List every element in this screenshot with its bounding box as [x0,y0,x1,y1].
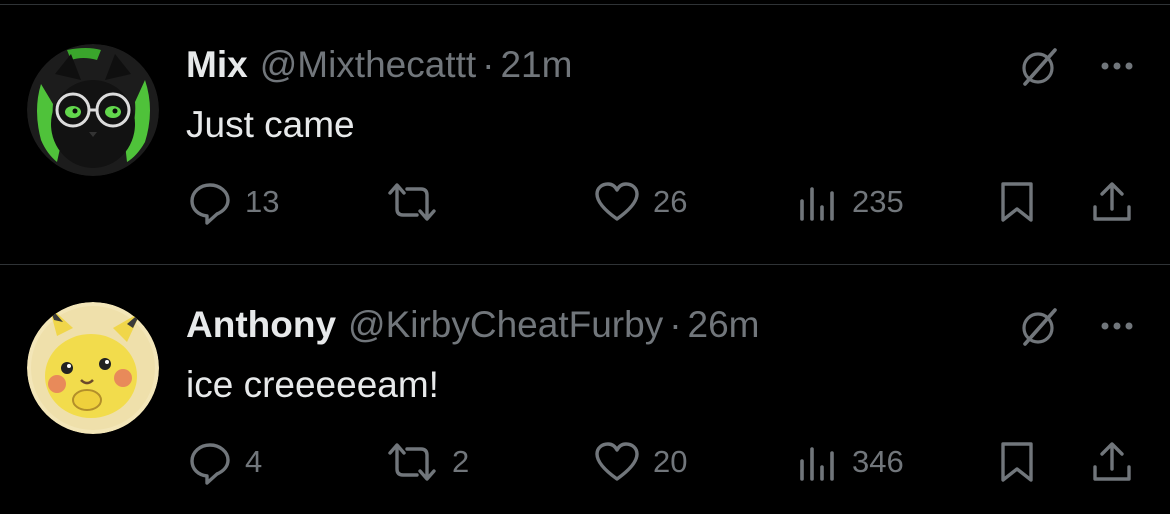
like-button[interactable]: 20 [593,434,687,490]
separator-dot: · [669,304,682,345]
share-button[interactable] [1089,434,1135,490]
reply-button[interactable]: 4 [187,434,262,490]
timestamp[interactable]: 21m [500,40,572,90]
bookmark-icon [997,439,1037,485]
views-count: 346 [852,444,904,479]
retweet-button[interactable] [384,174,452,230]
reply-count: 13 [245,184,280,219]
more-icon[interactable] [1094,44,1140,88]
like-count: 20 [653,444,688,479]
heart-icon [593,179,641,225]
action-bar: 13 26 235 [0,174,1170,230]
pikachu-avatar-icon [27,302,159,434]
share-icon [1089,179,1135,225]
tweet[interactable]: Mix @Mixthecattt · 21m Just came 13 26 2… [0,4,1170,254]
like-button[interactable]: 26 [593,174,687,230]
avatar[interactable] [27,44,159,176]
tweet-text: Just came [186,104,355,145]
display-name[interactable]: Mix [186,40,248,90]
reply-count: 4 [245,444,263,479]
reply-icon [187,439,233,485]
views-icon [796,439,840,485]
like-count: 26 [653,184,688,219]
share-button[interactable] [1089,174,1135,230]
views-count: 235 [852,184,904,219]
retweet-button[interactable]: 2 [384,434,469,490]
tweet[interactable]: Anthony @KirbyCheatFurby · 26m ice creee… [0,264,1170,514]
reply-icon [187,179,233,225]
avatar[interactable] [27,302,159,434]
bookmark-button[interactable] [997,174,1037,230]
bookmark-button[interactable] [997,434,1037,490]
retweet-count: 2 [452,444,470,479]
views-icon [796,179,840,225]
reply-button[interactable]: 13 [187,174,279,230]
grok-icon[interactable] [1017,44,1061,88]
share-icon [1089,439,1135,485]
action-bar: 4 2 20 346 [0,434,1170,490]
display-name[interactable]: Anthony [186,300,336,350]
retweet-icon [384,179,440,225]
tweet-text: ice creeeeeam! [186,364,439,405]
views-button[interactable]: 346 [796,434,904,490]
tweet-header: Mix @Mixthecattt · 21m [186,40,572,90]
retweet-icon [384,439,440,485]
grok-icon[interactable] [1017,304,1061,348]
black-cat-avatar-icon [27,44,159,176]
user-handle[interactable]: @Mixthecattt [260,40,476,90]
tweet-header: Anthony @KirbyCheatFurby · 26m [186,300,760,350]
views-button[interactable]: 235 [796,174,904,230]
bookmark-icon [997,179,1037,225]
timestamp[interactable]: 26m [688,300,760,350]
separator-dot: · [482,44,495,85]
user-handle[interactable]: @KirbyCheatFurby [348,300,663,350]
heart-icon [593,439,641,485]
more-icon[interactable] [1094,304,1140,348]
